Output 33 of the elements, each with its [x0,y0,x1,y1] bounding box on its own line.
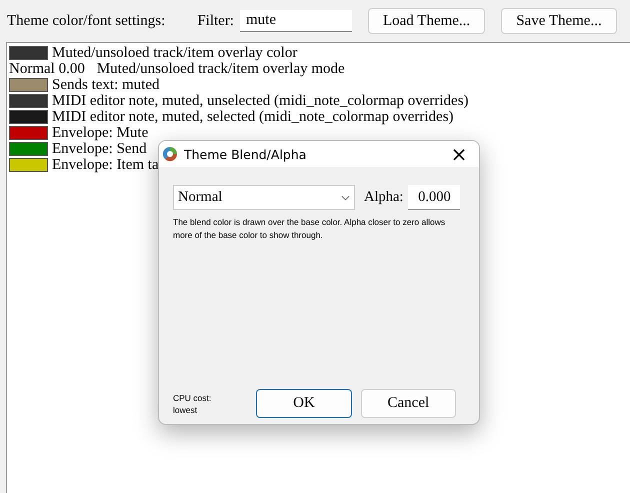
alpha-label: Alpha: [364,189,404,206]
setting-label[interactable]: MIDI editor note, muted, selected (midi_note_colormap overrides) [52,109,454,125]
setting-label[interactable]: Envelope: Mute [52,125,148,141]
filter-label: Filter: [197,12,234,30]
color-swatch[interactable] [9,110,48,124]
dialog-title: Theme Blend/Alpha [184,146,308,162]
app-logo-icon [162,146,178,162]
setting-label[interactable]: Muted/unsoloed track/item overlay color [52,45,298,61]
settings-label: Theme color/font settings: [7,12,166,30]
color-swatch[interactable] [9,126,48,140]
setting-label[interactable]: Envelope: Item ta [52,157,159,173]
setting-label[interactable]: Muted/unsoloed track/item overlay mode [96,61,345,77]
cpu-cost-value: lowest [173,404,198,416]
setting-label[interactable]: Sends text: muted [52,77,160,93]
theme-button[interactable]: Load Theme... [368,8,486,34]
setting-label[interactable]: MIDI editor note, muted, unselected (midi_note_colormap overrides) [52,93,469,109]
color-swatch[interactable] [9,158,48,172]
theme-button[interactable]: Save Theme... [501,8,617,34]
mode-value[interactable]: Normal 0.00 [9,61,85,77]
chevron-down-icon [341,194,350,200]
blend-mode-dropdown[interactable]: Normal [173,185,355,210]
dialog-button[interactable]: Cancel [360,389,456,418]
close-button[interactable]: × [439,141,479,167]
dialog-button[interactable]: OK [256,389,352,418]
color-swatch[interactable] [9,46,48,60]
color-swatch[interactable] [9,142,48,156]
cpu-cost-label: CPU cost: [173,392,212,404]
filter-field[interactable]: mute [240,10,352,32]
color-swatch[interactable] [9,78,48,92]
alpha-field[interactable]: 0.000 [408,185,460,210]
description-text: The blend color is drawn over the base color. Alpha closer to zero allows more of the base color to show through. [173,216,446,242]
setting-label[interactable]: Envelope: Send [52,141,147,157]
color-swatch[interactable] [9,94,48,108]
